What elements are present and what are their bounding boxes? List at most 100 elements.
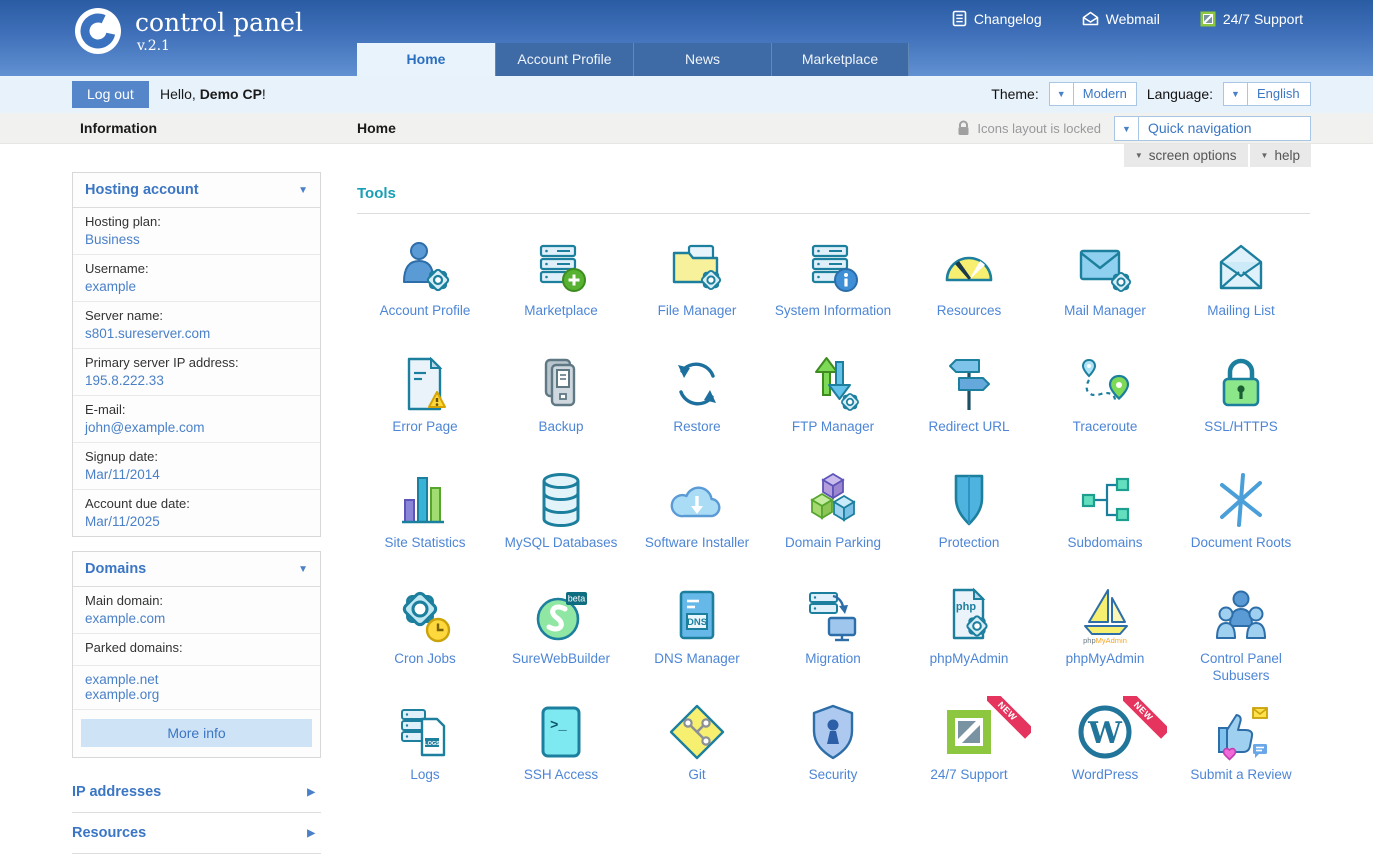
row-label: Primary server IP address:	[85, 355, 308, 370]
tab-news[interactable]: News	[633, 43, 771, 76]
tool-control-panel-subusers[interactable]: Control Panel Subusers	[1173, 586, 1309, 702]
tool-resources[interactable]: Resources	[901, 238, 1037, 354]
tool-label: Logs	[406, 767, 443, 784]
tool-logs[interactable]: LOGS Logs	[357, 702, 493, 818]
screen-options-caret-icon: ▼	[1135, 151, 1143, 160]
row-value[interactable]: 195.8.222.33	[85, 373, 308, 388]
row-value[interactable]: john@example.com	[85, 420, 308, 435]
redirect-url-icon	[939, 354, 999, 414]
collapse-caret-icon[interactable]: ▼	[298, 185, 308, 196]
hosting-account-header[interactable]: Hosting account ▼	[73, 173, 320, 208]
domain-parking-icon	[803, 470, 863, 530]
tool-label: Control Panel Subusers	[1173, 651, 1309, 685]
tool-redirect-url[interactable]: Redirect URL	[901, 354, 1037, 470]
tool-submit-a-review[interactable]: Submit a Review	[1173, 702, 1309, 818]
language-dropdown-arrow-icon[interactable]: ▼	[1224, 83, 1248, 105]
tab-account-profile[interactable]: Account Profile	[495, 43, 633, 76]
tool-label: Resources	[933, 303, 1006, 320]
tool-domain-parking[interactable]: Domain Parking	[765, 470, 901, 586]
tool-label: SSH Access	[520, 767, 602, 784]
ssh-prompt-text: >_	[550, 718, 567, 734]
hello-prefix: Hello,	[160, 86, 200, 102]
quick-navigation-select[interactable]: ▼ Quick navigation	[1114, 116, 1311, 141]
tool-php-settings[interactable]: php phpMyAdmin	[901, 586, 1037, 702]
tool-error-page[interactable]: Error Page	[357, 354, 493, 470]
tool-git[interactable]: Git	[629, 702, 765, 818]
parked-domains-label-row: Parked domains:	[73, 634, 320, 666]
tool-label: Backup	[534, 419, 587, 436]
changelog-label: Changelog	[974, 11, 1042, 27]
marketplace-icon	[531, 238, 591, 298]
domains-header[interactable]: Domains ▼	[73, 552, 320, 587]
tool-subdomains[interactable]: Subdomains	[1037, 470, 1173, 586]
tool-label: SSL/HTTPS	[1200, 419, 1282, 436]
parked-domain[interactable]: example.org	[85, 687, 308, 702]
row-value[interactable]: Business	[85, 232, 308, 247]
logo-c-icon	[74, 7, 122, 55]
collapse-caret-icon[interactable]: ▼	[298, 564, 308, 575]
tool-file-manager[interactable]: File Manager	[629, 238, 765, 354]
tool-account-profile[interactable]: Account Profile	[357, 238, 493, 354]
hosting-account-title: Hosting account	[85, 182, 199, 198]
tool-label: Git	[684, 767, 709, 784]
tool-mysql-databases[interactable]: MySQL Databases	[493, 470, 629, 586]
tool-software-installer[interactable]: Software Installer	[629, 470, 765, 586]
tab-home[interactable]: Home	[357, 43, 495, 76]
phpmyadmin-text-rest: MyAdmin	[1096, 636, 1127, 645]
tool-surewebbuilder[interactable]: beta SureWebBuilder	[493, 586, 629, 702]
logo[interactable]: control panel v.2.1	[74, 7, 303, 55]
tool-ftp-manager[interactable]: FTP Manager	[765, 354, 901, 470]
tool-mail-manager[interactable]: Mail Manager	[1037, 238, 1173, 354]
tool-site-statistics[interactable]: Site Statistics	[357, 470, 493, 586]
help-button[interactable]: ▼ help	[1250, 144, 1311, 167]
tool-phpmyadmin[interactable]: phpMyAdmin phpMyAdmin	[1037, 586, 1173, 702]
tool-protection[interactable]: Protection	[901, 470, 1037, 586]
tool-dns-manager[interactable]: DNS DNS Manager	[629, 586, 765, 702]
tool-label: MySQL Databases	[501, 535, 622, 552]
row-value[interactable]: s801.sureserver.com	[85, 326, 308, 341]
expand-caret-icon: ▶	[307, 787, 315, 798]
tab-marketplace[interactable]: Marketplace	[771, 43, 909, 76]
quick-nav-arrow-icon[interactable]: ▼	[1115, 117, 1139, 140]
logs-icon: LOGS	[395, 702, 455, 762]
tool-ssh-access[interactable]: >_ SSH Access	[493, 702, 629, 818]
tool-label: Traceroute	[1069, 419, 1142, 436]
tool-247-support[interactable]: NEW 24/7 Support	[901, 702, 1037, 818]
sidebar-section-title: Information	[80, 120, 157, 136]
screen-options-button[interactable]: ▼ screen options	[1124, 144, 1248, 167]
support-link-icon	[1200, 11, 1216, 27]
tool-mailing-list[interactable]: Mailing List	[1173, 238, 1309, 354]
mysql-databases-icon	[531, 470, 591, 530]
tool-backup[interactable]: Backup	[493, 354, 629, 470]
row-value[interactable]: Mar/11/2014	[85, 467, 308, 482]
webmail-link[interactable]: Webmail	[1082, 10, 1160, 27]
tool-migration[interactable]: Migration	[765, 586, 901, 702]
tool-system-information[interactable]: System Information	[765, 238, 901, 354]
support-link-label: 24/7 Support	[1223, 11, 1303, 27]
support-link[interactable]: 24/7 Support	[1200, 10, 1303, 27]
row-value[interactable]: Mar/11/2025	[85, 514, 308, 529]
tool-ssl-https[interactable]: SSL/HTTPS	[1173, 354, 1309, 470]
theme-select[interactable]: ▼ Modern	[1049, 82, 1137, 106]
tool-wordpress[interactable]: W NEW WordPress	[1037, 702, 1173, 818]
tool-restore[interactable]: Restore	[629, 354, 765, 470]
sidebar-item-ip-addresses[interactable]: IP addresses ▶	[72, 772, 321, 813]
changelog-link[interactable]: Changelog	[952, 10, 1042, 27]
row-value[interactable]: example.com	[85, 611, 308, 626]
sidebar-item-resources[interactable]: Resources ▶	[72, 813, 321, 854]
row-label: Server name:	[85, 308, 308, 323]
traceroute-icon	[1075, 354, 1135, 414]
row-value[interactable]: example	[85, 279, 308, 294]
tool-traceroute[interactable]: Traceroute	[1037, 354, 1173, 470]
more-info-button[interactable]: More info	[81, 719, 312, 747]
tool-marketplace[interactable]: Marketplace	[493, 238, 629, 354]
language-select[interactable]: ▼ English	[1223, 82, 1311, 106]
theme-dropdown-arrow-icon[interactable]: ▼	[1050, 83, 1074, 105]
tool-security[interactable]: Security	[765, 702, 901, 818]
tool-cron-jobs[interactable]: Cron Jobs	[357, 586, 493, 702]
logout-button[interactable]: Log out	[72, 81, 149, 108]
parked-domain[interactable]: example.net	[85, 672, 308, 687]
wordpress-icon: W	[1075, 702, 1135, 762]
tool-document-roots[interactable]: Document Roots	[1173, 470, 1309, 586]
tool-label: FTP Manager	[788, 419, 878, 436]
